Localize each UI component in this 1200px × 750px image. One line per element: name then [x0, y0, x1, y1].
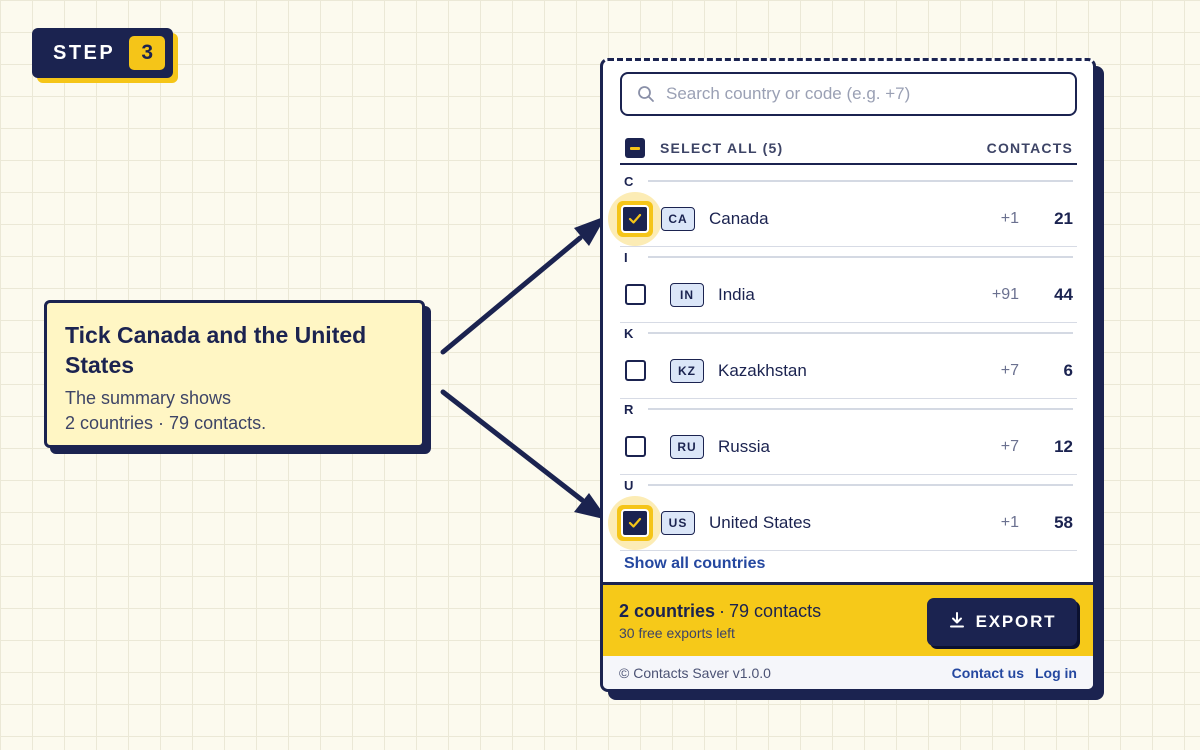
dial-code: +7	[1000, 361, 1019, 379]
country-code-badge: US	[661, 510, 695, 535]
search-input[interactable]	[666, 84, 1066, 104]
contact-count: 44	[1054, 284, 1073, 304]
letter-label: K	[624, 325, 634, 341]
dial-code: +1	[1000, 513, 1019, 531]
contact-count: 12	[1054, 436, 1073, 456]
letter-divider: U	[620, 475, 1077, 495]
country-name: Russia	[718, 436, 770, 456]
search-icon	[636, 84, 656, 104]
summary-bar: 2 countries · 79 contacts 30 free exports …	[603, 582, 1093, 656]
country-name: United States	[709, 512, 812, 532]
callout-body-line-2: 2 countries · 79 contacts.	[65, 413, 267, 433]
country-checkbox-india[interactable]	[624, 284, 646, 305]
export-button[interactable]: EXPORT	[927, 598, 1077, 646]
country-name: Canada	[709, 208, 769, 228]
export-label: EXPORT	[975, 612, 1057, 631]
contact-count: 6	[1063, 360, 1073, 380]
country-name: Kazakhstan	[718, 360, 807, 380]
checkbox-wrap	[615, 351, 655, 391]
callout-title: Tick Canada and the United States	[65, 322, 367, 378]
check-icon	[621, 508, 649, 537]
show-all-countries-link[interactable]: Show all countries	[624, 555, 765, 573]
country-name: India	[718, 284, 755, 304]
contact-us-link[interactable]: Contact us	[952, 665, 1024, 681]
country-code-badge: RU	[670, 434, 704, 459]
log-in-link[interactable]: Log in	[1035, 665, 1077, 681]
letter-divider: K	[620, 323, 1077, 343]
country-checkbox-russia[interactable]	[624, 436, 646, 457]
callout-body-line-1: The summary shows	[65, 388, 232, 408]
footer-links: Contact us Log in	[952, 665, 1077, 681]
search-box[interactable]	[620, 72, 1077, 116]
arrow-to-united-states	[440, 389, 608, 520]
divider	[648, 332, 1073, 334]
country-checkbox-canada[interactable]	[617, 200, 653, 237]
dial-code: +91	[991, 285, 1019, 303]
letter-label: U	[624, 477, 634, 493]
callout-body: The summary shows 2 countries · 79 conta…	[65, 386, 404, 436]
checkbox-wrap	[615, 427, 655, 467]
dial-code: +1	[1000, 209, 1019, 227]
instruction-callout: Tick Canada and the United States The su…	[44, 300, 425, 448]
letter-divider: I	[620, 247, 1077, 267]
download-icon	[948, 611, 966, 634]
country-row-kazakhstan[interactable]: KZ Kazakhstan +7 6	[620, 343, 1077, 399]
contact-count: 58	[1054, 512, 1073, 532]
divider	[648, 180, 1073, 182]
checkbox-highlight	[608, 191, 662, 246]
country-list: C CA Canada +1 21 I IN India +91 44 K KZ…	[608, 171, 1077, 551]
country-row-india[interactable]: IN India +91 44	[620, 267, 1077, 323]
check-icon	[621, 204, 649, 233]
letter-label: C	[624, 173, 634, 189]
country-row-russia[interactable]: RU Russia +7 12	[620, 419, 1077, 475]
step-number: 3	[129, 36, 166, 70]
free-exports-remaining: 30 free exports left	[619, 625, 735, 641]
copyright-text: © Contacts Saver v1.0.0	[619, 664, 771, 681]
checkbox-wrap	[615, 275, 655, 315]
panel-footer: © Contacts Saver v1.0.0 Contact us Log i…	[603, 656, 1093, 689]
country-checkbox-kazakhstan[interactable]	[624, 360, 646, 381]
divider	[648, 408, 1073, 410]
arrow-to-canada	[440, 216, 606, 355]
selection-summary: 2 countries · 79 contacts	[619, 601, 821, 622]
step-label: STEP	[53, 41, 116, 64]
divider	[648, 484, 1073, 486]
select-all-checkbox[interactable]	[625, 138, 645, 158]
country-checkbox-united-states[interactable]	[617, 504, 653, 541]
divider	[648, 256, 1073, 258]
letter-label: I	[624, 249, 628, 265]
letter-divider: R	[620, 399, 1077, 419]
country-code-badge: KZ	[670, 358, 704, 383]
contacts-column-header: CONTACTS	[986, 140, 1073, 156]
country-row-canada[interactable]: CA Canada +1 21	[608, 191, 1077, 247]
summary-separator: ·	[719, 601, 726, 621]
letter-divider: C	[620, 171, 1077, 191]
selected-contacts-count: 79 contacts	[729, 601, 822, 621]
country-code-badge: CA	[661, 206, 695, 231]
selected-countries-count: 2 countries	[619, 601, 716, 621]
contact-count: 21	[1054, 208, 1073, 228]
checkbox-highlight	[608, 495, 662, 550]
country-row-united-states[interactable]: US United States +1 58	[608, 495, 1077, 551]
letter-label: R	[624, 401, 634, 417]
list-header: SELECT ALL (5) CONTACTS	[620, 133, 1077, 165]
select-all-label[interactable]: SELECT ALL (5)	[660, 140, 783, 156]
dial-code: +7	[1000, 437, 1019, 455]
country-code-badge: IN	[670, 282, 704, 307]
step-badge: STEP 3	[32, 28, 173, 78]
export-panel: SELECT ALL (5) CONTACTS C CA Canada +1 2…	[600, 58, 1096, 692]
